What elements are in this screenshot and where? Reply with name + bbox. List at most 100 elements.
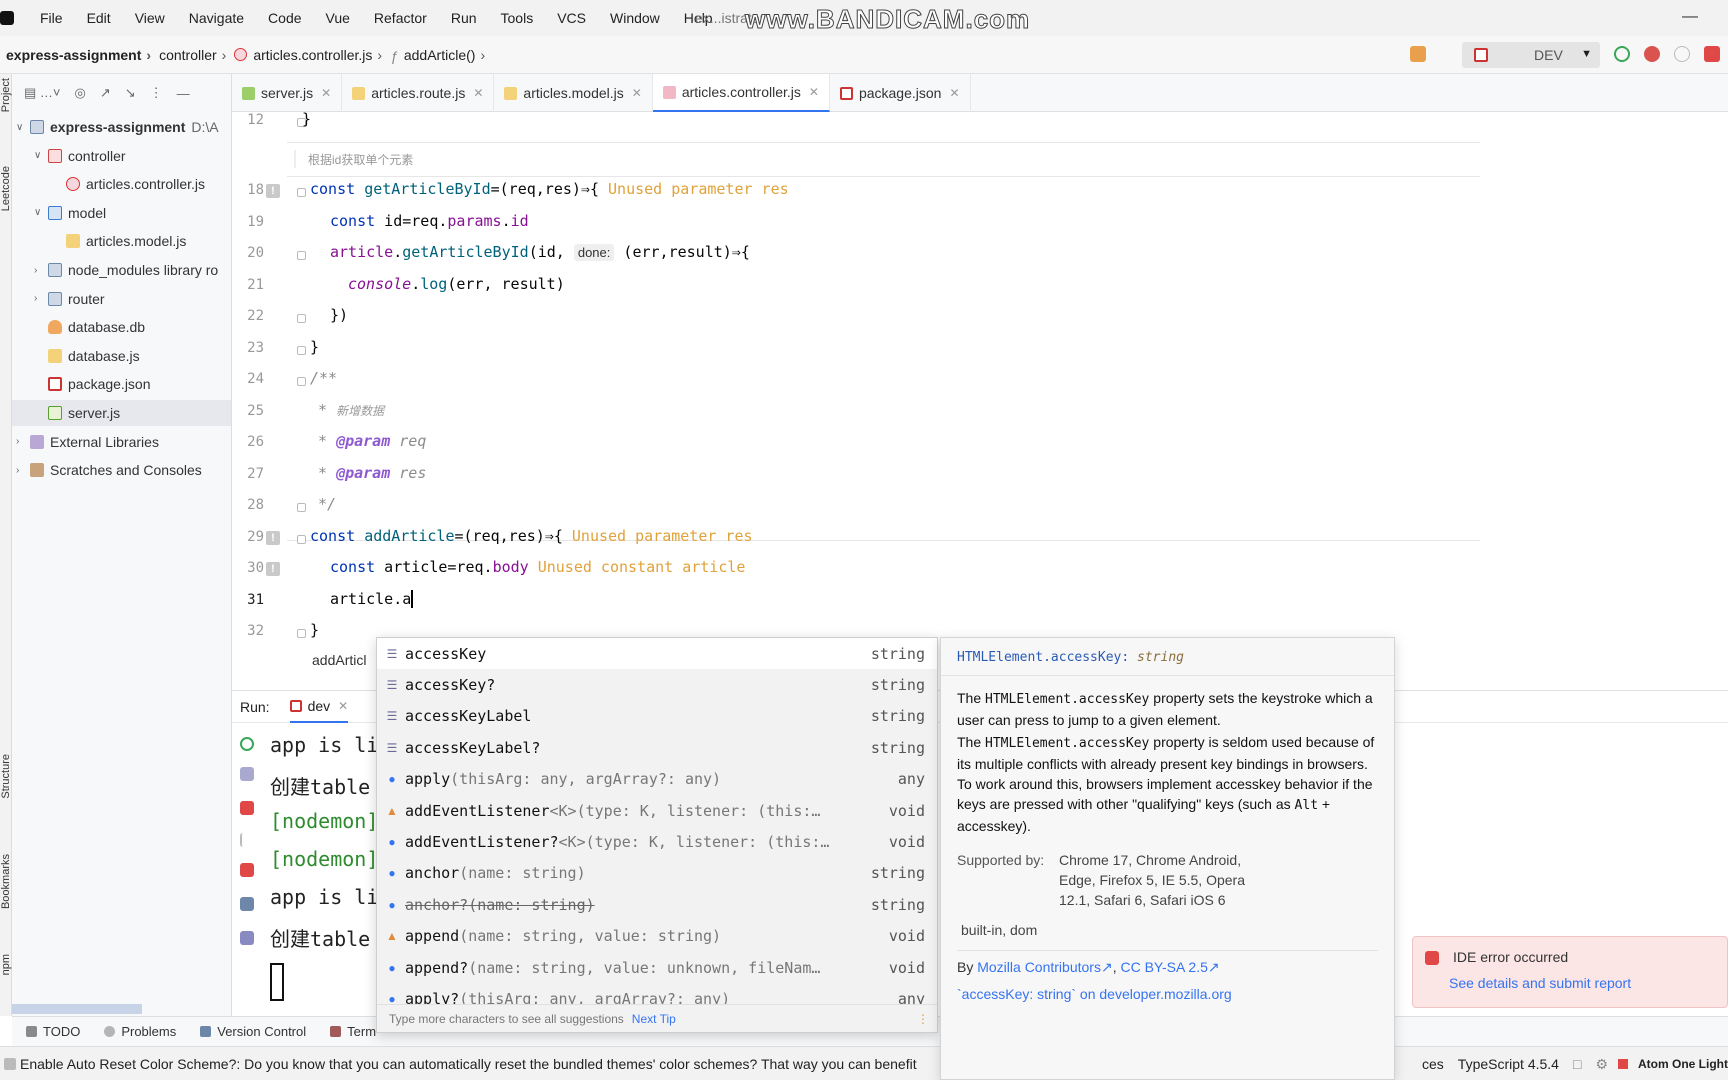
scroll-down-icon[interactable] bbox=[240, 833, 254, 847]
tree-item[interactable]: database.db bbox=[12, 314, 231, 340]
run-coverage-icon[interactable] bbox=[1674, 46, 1690, 62]
menu-file[interactable]: File bbox=[28, 10, 75, 26]
license-link[interactable]: CC BY-SA 2.5 bbox=[1120, 959, 1207, 975]
error-indicator-icon[interactable] bbox=[1618, 1059, 1628, 1069]
editor-tab[interactable]: articles.controller.js ✕ bbox=[652, 74, 830, 112]
completion-item[interactable]: ☰ accessKeyLabel string bbox=[377, 701, 937, 732]
rerun-icon[interactable] bbox=[1614, 46, 1630, 62]
editor-tab[interactable]: server.js ✕ bbox=[232, 74, 343, 112]
menu-code[interactable]: Code bbox=[256, 10, 313, 26]
fold-marker-icon[interactable] bbox=[297, 314, 306, 323]
editor-breadcrumb[interactable]: addArticl bbox=[312, 652, 366, 667]
close-icon[interactable]: ✕ bbox=[809, 85, 819, 99]
debug-icon[interactable] bbox=[1644, 46, 1660, 62]
completion-item[interactable]: ● addEventListener? <K>(type: K, listener:… bbox=[377, 826, 937, 857]
typescript-version[interactable]: TypeScript 4.5.4 bbox=[1458, 1056, 1559, 1072]
options-icon[interactable]: ⋮ bbox=[150, 85, 163, 101]
code-editor[interactable]: 12 } 根据id获取单个元素 18 ! const getArticleByI… bbox=[232, 112, 1480, 667]
close-icon[interactable]: ✕ bbox=[321, 86, 331, 100]
editor-tab[interactable]: articles.model.js ✕ bbox=[494, 74, 653, 112]
fold-marker-icon[interactable] bbox=[297, 251, 306, 260]
rerun-icon[interactable] bbox=[240, 737, 254, 751]
editor-tab[interactable]: articles.route.js ✕ bbox=[342, 74, 495, 112]
theme-name[interactable]: Atom One Light bbox=[1638, 1057, 1728, 1071]
breadcrumb-folder[interactable]: controller › bbox=[159, 47, 234, 63]
completion-item[interactable]: ▲ append (name: string, value: string) void bbox=[377, 921, 937, 952]
collapse-all-icon[interactable]: ↘ bbox=[125, 85, 136, 101]
expand-all-icon[interactable]: ↗ bbox=[100, 85, 111, 101]
lock-icon[interactable]: □ bbox=[1573, 1056, 1581, 1072]
chevron-right-icon[interactable]: › bbox=[16, 436, 30, 447]
chevron-down-icon[interactable]: ∨ bbox=[34, 150, 48, 161]
tree-item[interactable]: server.js bbox=[12, 400, 231, 426]
completion-item[interactable]: ▲ addEventListener <K>(type: K, listener: … bbox=[377, 795, 937, 826]
menu-window[interactable]: Window bbox=[598, 10, 672, 26]
fold-marker-icon[interactable] bbox=[297, 503, 306, 512]
chevron-right-icon[interactable]: › bbox=[34, 265, 48, 276]
close-icon[interactable]: ✕ bbox=[949, 86, 959, 100]
minimize-button[interactable]: — bbox=[1682, 8, 1698, 26]
tool-tab-project[interactable]: Project bbox=[0, 78, 12, 112]
tool-tab-bookmarks[interactable]: Bookmarks bbox=[0, 854, 12, 909]
next-tip-link[interactable]: Next Tip bbox=[632, 1012, 676, 1026]
completion-item[interactable]: ☰ accessKey string bbox=[377, 638, 937, 669]
menu-tools[interactable]: Tools bbox=[489, 10, 546, 26]
status-widget-ces[interactable]: ces bbox=[1422, 1056, 1444, 1072]
completion-item[interactable]: ● apply (thisArg: any, argArray?: any) any bbox=[377, 764, 937, 795]
completion-item[interactable]: ☰ accessKey? string bbox=[377, 669, 937, 700]
tool-tab-terminal[interactable]: Term bbox=[330, 1024, 376, 1039]
menu-navigate[interactable]: Navigate bbox=[177, 10, 256, 26]
more-options-icon[interactable]: ⋮ bbox=[917, 1012, 929, 1026]
completion-item[interactable]: ● append? (name: string, value: unknown, f… bbox=[377, 952, 937, 983]
editor-tab[interactable]: package.json ✕ bbox=[830, 74, 971, 112]
tree-item[interactable]: ∨ model bbox=[12, 200, 231, 226]
fold-marker-icon[interactable] bbox=[297, 535, 306, 544]
menu-vcs[interactable]: VCS bbox=[545, 10, 598, 26]
project-view-icon[interactable]: ▤ …˅ bbox=[24, 85, 61, 101]
tool-tab-leetcode[interactable]: Leetcode bbox=[0, 166, 12, 211]
horizontal-scrollbar[interactable] bbox=[12, 1004, 142, 1014]
tree-item[interactable]: › Scratches and Consoles bbox=[12, 457, 231, 483]
chevron-right-icon[interactable]: › bbox=[16, 465, 30, 476]
run-config-select[interactable]: DEV ▼ bbox=[1462, 42, 1600, 68]
warning-marker-icon[interactable]: ! bbox=[266, 562, 280, 576]
settings-icon[interactable] bbox=[240, 767, 254, 781]
chevron-down-icon[interactable]: ∨ bbox=[16, 122, 30, 133]
close-icon[interactable]: ✕ bbox=[632, 86, 642, 100]
tree-item[interactable]: ∨ express-assignment D:\A bbox=[12, 114, 231, 140]
fold-marker-icon[interactable] bbox=[297, 188, 306, 197]
stop-icon[interactable] bbox=[240, 801, 254, 815]
chevron-right-icon[interactable]: › bbox=[34, 293, 48, 304]
close-icon[interactable]: ✕ bbox=[473, 86, 483, 100]
menu-view[interactable]: View bbox=[123, 10, 177, 26]
stop-icon[interactable] bbox=[1704, 46, 1720, 62]
tree-item[interactable]: articles.controller.js bbox=[12, 171, 231, 197]
tool-tab-npm[interactable]: npm bbox=[0, 954, 12, 975]
clear-icon[interactable] bbox=[240, 863, 254, 877]
tool-tab-todo[interactable]: TODO bbox=[26, 1024, 80, 1039]
layout-icon[interactable] bbox=[240, 897, 254, 911]
breadcrumb-symbol[interactable]: ƒ addArticle() › bbox=[390, 47, 493, 65]
fold-marker-icon[interactable] bbox=[297, 629, 306, 638]
tree-item[interactable]: › External Libraries bbox=[12, 429, 231, 455]
menu-run[interactable]: Run bbox=[439, 10, 489, 26]
completion-item[interactable]: ☰ accessKeyLabel? string bbox=[377, 732, 937, 763]
tree-item[interactable]: › node_modules library ro bbox=[12, 257, 231, 283]
locate-icon[interactable]: ◎ bbox=[75, 85, 86, 101]
breadcrumb-file[interactable]: articles.controller.js › bbox=[234, 47, 390, 63]
tree-item[interactable]: › router bbox=[12, 286, 231, 312]
tool-tab-version-control[interactable]: Version Control bbox=[200, 1024, 306, 1039]
breadcrumb-project[interactable]: express-assignment › bbox=[6, 47, 159, 63]
mdn-link[interactable]: `accessKey: string` on developer.mozilla… bbox=[957, 986, 1378, 1002]
contributors-link[interactable]: Mozilla Contributors bbox=[977, 959, 1101, 975]
tool-tab-structure[interactable]: Structure bbox=[0, 754, 12, 799]
memory-icon[interactable]: ⚙ bbox=[1595, 1056, 1608, 1073]
chevron-down-icon[interactable]: ∨ bbox=[34, 207, 48, 218]
menu-vue[interactable]: Vue bbox=[314, 10, 362, 26]
completion-item[interactable]: ● anchor? (name: string) string bbox=[377, 889, 937, 920]
status-message[interactable]: Enable Auto Reset Color Scheme?: Do you … bbox=[20, 1056, 917, 1072]
close-icon[interactable]: ✕ bbox=[338, 699, 348, 713]
tree-item[interactable]: ∨ controller bbox=[12, 143, 231, 169]
warning-marker-icon[interactable]: ! bbox=[266, 531, 280, 545]
tool-tab-problems[interactable]: Problems bbox=[104, 1024, 176, 1039]
